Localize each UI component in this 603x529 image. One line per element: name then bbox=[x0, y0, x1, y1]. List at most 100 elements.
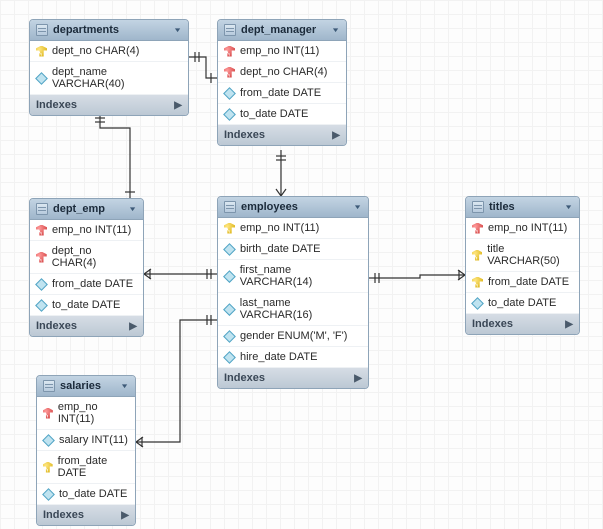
column-label: emp_no INT(11) bbox=[52, 224, 131, 236]
column-label: to_date DATE bbox=[52, 299, 120, 311]
expand-icon[interactable]: ▶ bbox=[332, 130, 340, 141]
column-label: dept_no CHAR(4) bbox=[52, 45, 139, 57]
pk-icon bbox=[472, 277, 483, 288]
table-title: departments bbox=[53, 24, 168, 36]
column-row[interactable]: emp_no INT(11) bbox=[218, 41, 346, 62]
attr-icon bbox=[42, 488, 55, 501]
table-dept-manager[interactable]: dept_manager ▼ emp_no INT(11) dept_no CH… bbox=[217, 19, 347, 146]
collapse-icon[interactable]: ▼ bbox=[353, 204, 362, 211]
column-row[interactable]: to_date DATE bbox=[30, 295, 143, 316]
column-row[interactable]: first_name VARCHAR(14) bbox=[218, 260, 368, 293]
fk-icon bbox=[224, 46, 235, 57]
column-label: from_date DATE bbox=[52, 278, 133, 290]
column-label: hire_date DATE bbox=[240, 351, 317, 363]
pk-icon bbox=[472, 250, 482, 261]
expand-icon[interactable]: ▶ bbox=[565, 319, 573, 330]
table-titles[interactable]: titles ▼ emp_no INT(11) title VARCHAR(50… bbox=[465, 196, 580, 335]
column-row[interactable]: to_date DATE bbox=[218, 104, 346, 125]
attr-icon bbox=[223, 108, 236, 121]
column-row[interactable]: title VARCHAR(50) bbox=[466, 239, 579, 272]
column-row[interactable]: emp_no INT(11) bbox=[218, 218, 368, 239]
table-header[interactable]: employees ▼ bbox=[218, 197, 368, 218]
table-icon bbox=[224, 201, 236, 213]
column-label: dept_name VARCHAR(40) bbox=[52, 66, 182, 90]
column-label: emp_no INT(11) bbox=[58, 401, 129, 425]
attr-icon bbox=[35, 299, 48, 312]
table-icon bbox=[43, 380, 55, 392]
expand-icon[interactable]: ▶ bbox=[121, 510, 129, 521]
column-label: title VARCHAR(50) bbox=[487, 243, 573, 267]
column-row[interactable]: emp_no INT(11) bbox=[37, 397, 135, 430]
attr-icon bbox=[223, 330, 236, 343]
table-header[interactable]: titles ▼ bbox=[466, 197, 579, 218]
expand-icon[interactable]: ▶ bbox=[174, 100, 182, 111]
table-dept-emp[interactable]: dept_emp ▼ emp_no INT(11) dept_no CHAR(4… bbox=[29, 198, 144, 337]
attr-icon bbox=[223, 351, 236, 364]
table-header[interactable]: salaries ▼ bbox=[37, 376, 135, 397]
table-header[interactable]: dept_manager ▼ bbox=[218, 20, 346, 41]
indexes-section[interactable]: Indexes▶ bbox=[466, 314, 579, 334]
column-label: from_date DATE bbox=[58, 455, 129, 479]
collapse-icon[interactable]: ▼ bbox=[173, 27, 182, 34]
column-row[interactable]: emp_no INT(11) bbox=[30, 220, 143, 241]
fk-icon bbox=[472, 223, 483, 234]
column-row[interactable]: dept_no CHAR(4) bbox=[30, 241, 143, 274]
indexes-section[interactable]: Indexes▶ bbox=[37, 505, 135, 525]
column-label: emp_no INT(11) bbox=[488, 222, 567, 234]
column-row[interactable]: salary INT(11) bbox=[37, 430, 135, 451]
indexes-label: Indexes bbox=[36, 99, 174, 111]
indexes-label: Indexes bbox=[224, 372, 354, 384]
fk-icon bbox=[36, 252, 47, 263]
attr-icon bbox=[223, 270, 236, 283]
indexes-label: Indexes bbox=[43, 509, 121, 521]
collapse-icon[interactable]: ▼ bbox=[564, 204, 573, 211]
table-title: dept_emp bbox=[53, 203, 123, 215]
column-row[interactable]: last_name VARCHAR(16) bbox=[218, 293, 368, 326]
table-salaries[interactable]: salaries ▼ emp_no INT(11) salary INT(11)… bbox=[36, 375, 136, 526]
column-row[interactable]: dept_no CHAR(4) bbox=[218, 62, 346, 83]
attr-icon bbox=[223, 87, 236, 100]
column-row[interactable]: hire_date DATE bbox=[218, 347, 368, 368]
attr-icon bbox=[35, 72, 48, 85]
expand-icon[interactable]: ▶ bbox=[354, 373, 362, 384]
pk-icon bbox=[36, 46, 47, 57]
collapse-icon[interactable]: ▼ bbox=[128, 206, 137, 213]
column-label: from_date DATE bbox=[240, 87, 321, 99]
table-title: salaries bbox=[60, 380, 115, 392]
table-icon bbox=[224, 24, 236, 36]
column-row[interactable]: birth_date DATE bbox=[218, 239, 368, 260]
table-header[interactable]: departments ▼ bbox=[30, 20, 188, 41]
table-icon bbox=[36, 24, 48, 36]
collapse-icon[interactable]: ▼ bbox=[331, 27, 340, 34]
column-label: gender ENUM('M', 'F') bbox=[240, 330, 347, 342]
column-row[interactable]: to_date DATE bbox=[466, 293, 579, 314]
column-label: last_name VARCHAR(16) bbox=[240, 297, 362, 321]
column-row[interactable]: gender ENUM('M', 'F') bbox=[218, 326, 368, 347]
column-row[interactable]: dept_no CHAR(4) bbox=[30, 41, 188, 62]
table-title: titles bbox=[489, 201, 559, 213]
column-row[interactable]: from_date DATE bbox=[466, 272, 579, 293]
table-title: employees bbox=[241, 201, 348, 213]
collapse-icon[interactable]: ▼ bbox=[120, 383, 129, 390]
column-label: to_date DATE bbox=[240, 108, 308, 120]
indexes-section[interactable]: Indexes▶ bbox=[218, 368, 368, 388]
expand-icon[interactable]: ▶ bbox=[129, 321, 137, 332]
table-employees[interactable]: employees ▼ emp_no INT(11) birth_date DA… bbox=[217, 196, 369, 389]
column-label: to_date DATE bbox=[488, 297, 556, 309]
indexes-label: Indexes bbox=[224, 129, 332, 141]
table-header[interactable]: dept_emp ▼ bbox=[30, 199, 143, 220]
column-row[interactable]: from_date DATE bbox=[37, 451, 135, 484]
column-row[interactable]: emp_no INT(11) bbox=[466, 218, 579, 239]
column-row[interactable]: to_date DATE bbox=[37, 484, 135, 505]
pk-icon bbox=[224, 223, 235, 234]
column-row[interactable]: from_date DATE bbox=[30, 274, 143, 295]
column-row[interactable]: from_date DATE bbox=[218, 83, 346, 104]
indexes-section[interactable]: Indexes▶ bbox=[30, 316, 143, 336]
table-departments[interactable]: departments ▼ dept_no CHAR(4) dept_name … bbox=[29, 19, 189, 116]
fk-icon bbox=[36, 225, 47, 236]
column-row[interactable]: dept_name VARCHAR(40) bbox=[30, 62, 188, 95]
column-label: emp_no INT(11) bbox=[240, 45, 319, 57]
attr-icon bbox=[471, 297, 484, 310]
indexes-section[interactable]: Indexes▶ bbox=[30, 95, 188, 115]
indexes-section[interactable]: Indexes▶ bbox=[218, 125, 346, 145]
